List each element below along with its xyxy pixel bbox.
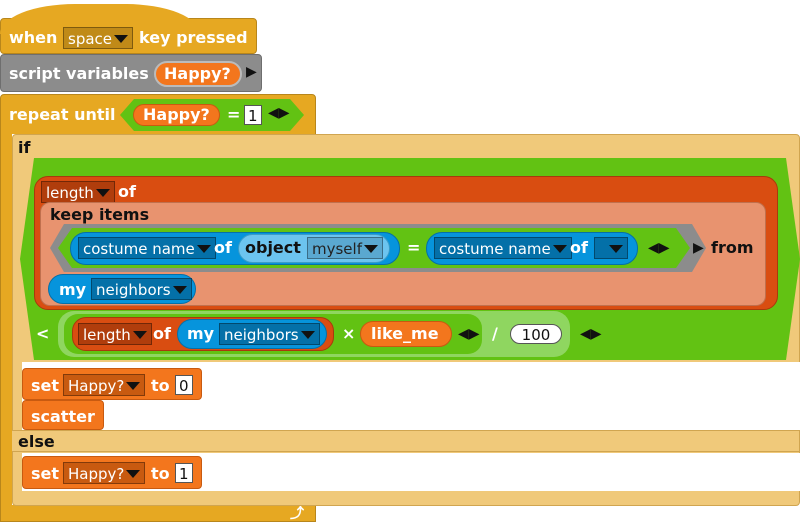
neighbors-dropdown[interactable]: neighbors (219, 323, 320, 345)
happy-label: Happy? (143, 105, 210, 124)
repeat-bottom (0, 505, 316, 522)
costume-name-dropdown[interactable]: costume name (434, 237, 572, 259)
of-label: of (570, 238, 588, 257)
my-label: my (59, 280, 87, 299)
equals-sign: = (407, 238, 421, 257)
object-label: object (245, 238, 301, 257)
variable-dropdown[interactable]: Happy? (63, 462, 146, 484)
equals-sign: = (227, 105, 241, 124)
object-dropdown[interactable]: myself (307, 237, 383, 259)
repeat-value-input[interactable]: 1 (244, 105, 262, 125)
less-than-sign: < (36, 324, 50, 343)
if-label: if (18, 138, 31, 157)
scatter-label: scatter (31, 407, 95, 426)
to-label: to (151, 464, 170, 483)
neighbors-dropdown[interactable]: neighbors (91, 278, 192, 300)
from-label: from (711, 238, 754, 257)
loop-arrow-icon: ⤴ (290, 506, 304, 522)
times-sign: × (342, 324, 356, 343)
ring-arrow-icon[interactable]: ▶ (693, 240, 704, 256)
expand-arrow-icon[interactable]: ▶ (246, 64, 257, 80)
of-label: of (214, 238, 232, 257)
key-dropdown[interactable]: space (63, 27, 134, 49)
my-label: my (187, 324, 215, 343)
variable-dropdown[interactable]: Happy? (63, 374, 146, 396)
length-dropdown[interactable]: length (41, 181, 115, 203)
repeat-until-label: repeat until (9, 105, 116, 124)
length-dropdown[interactable]: length (78, 323, 152, 345)
of-label: of (118, 182, 136, 201)
divisor-input[interactable]: 100 (510, 324, 562, 344)
set-value-input[interactable]: 1 (175, 463, 193, 483)
happy-variable-label: Happy? (164, 64, 231, 83)
else-bar (12, 430, 800, 452)
set-value-input[interactable]: 0 (175, 375, 193, 395)
to-label: to (151, 376, 170, 395)
keep-items-label: keep items (50, 205, 150, 224)
variadic-arrows-icon[interactable]: ◀▶ (580, 326, 602, 342)
divide-sign: / (492, 324, 498, 343)
like-me-label: like_me (371, 324, 439, 343)
of-label: of (153, 324, 171, 343)
set-label: set (31, 376, 60, 395)
else-label: else (18, 432, 55, 451)
script-variables-label: script variables (9, 64, 149, 83)
hat-pressed: key pressed (139, 28, 248, 47)
object-dropdown-empty[interactable] (594, 237, 628, 259)
variadic-arrows-icon[interactable]: ◀▶ (458, 326, 480, 342)
variadic-arrows-icon[interactable]: ◀▶ (648, 240, 670, 256)
hat-when: when (9, 28, 58, 47)
set-label: set (31, 464, 60, 483)
variadic-arrows-icon[interactable]: ◀▶ (268, 105, 290, 121)
costume-name-dropdown[interactable]: costume name (78, 237, 216, 259)
